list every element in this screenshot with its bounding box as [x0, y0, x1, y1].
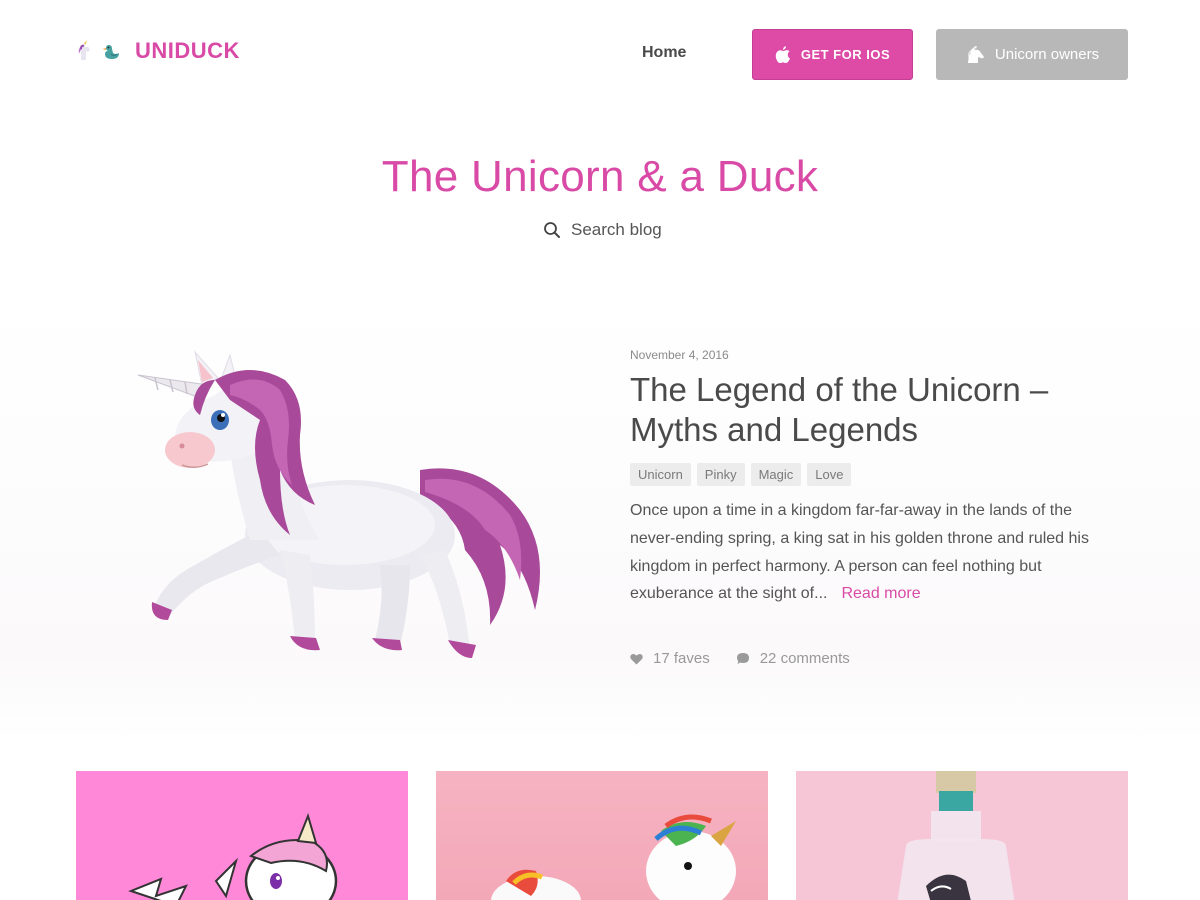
tag-unicorn[interactable]: Unicorn: [630, 463, 691, 486]
post-date: November 4, 2016: [630, 348, 729, 362]
post-tags: Unicorn Pinky Magic Love: [630, 463, 852, 486]
tag-magic[interactable]: Magic: [750, 463, 802, 486]
post-card-2-image: [491, 814, 736, 900]
comments-count[interactable]: 22 comments: [736, 650, 850, 667]
post-card-3-image: [897, 771, 1015, 900]
page: UNIDUCK Home GET FOR IOS Unicorn owners …: [0, 0, 1200, 900]
get-for-ios-button[interactable]: GET FOR IOS: [752, 29, 913, 80]
featured-post-image[interactable]: [120, 340, 560, 680]
tag-pinky[interactable]: Pinky: [696, 463, 745, 486]
post-excerpt: Once upon a time in a kingdom far-far-aw…: [630, 497, 1115, 608]
get-for-ios-label: GET FOR IOS: [800, 47, 891, 62]
logo-mark: [75, 40, 123, 62]
post-card-1[interactable]: [76, 771, 408, 900]
post-card-2[interactable]: [436, 771, 768, 900]
apple-icon: [775, 45, 790, 63]
post-card-1-image: [128, 812, 338, 900]
site-title: The Unicorn & a Duck: [381, 152, 819, 201]
logo-text: UNIDUCK: [135, 38, 240, 63]
search-blog[interactable]: Search blog: [543, 220, 662, 240]
logo[interactable]: UNIDUCK: [75, 38, 240, 64]
nav-home-link[interactable]: Home: [642, 44, 686, 62]
unicorn-head-icon: [967, 45, 984, 63]
post-title[interactable]: The Legend of the Unicorn – Myths and Le…: [630, 370, 1110, 450]
faves-count[interactable]: 17 faves: [630, 650, 710, 667]
search-icon: [544, 222, 560, 238]
site-header: UNIDUCK Home GET FOR IOS Unicorn owners: [0, 0, 1200, 110]
unicorn-icon: [78, 40, 90, 60]
unicorn-owners-button[interactable]: Unicorn owners: [936, 29, 1128, 80]
heart-icon: [630, 653, 643, 664]
faves-label: 17 faves: [653, 650, 710, 667]
post-card-3[interactable]: [796, 771, 1128, 900]
unicorn-owners-label: Unicorn owners: [994, 46, 1100, 63]
post-meta: 17 faves 22 comments: [630, 650, 850, 667]
read-more-link[interactable]: Read more: [841, 585, 920, 602]
comment-icon: [736, 653, 749, 664]
search-placeholder: Search blog: [571, 220, 662, 239]
comments-label: 22 comments: [759, 650, 850, 667]
tag-love[interactable]: Love: [807, 463, 852, 486]
duck-icon: [102, 45, 119, 59]
